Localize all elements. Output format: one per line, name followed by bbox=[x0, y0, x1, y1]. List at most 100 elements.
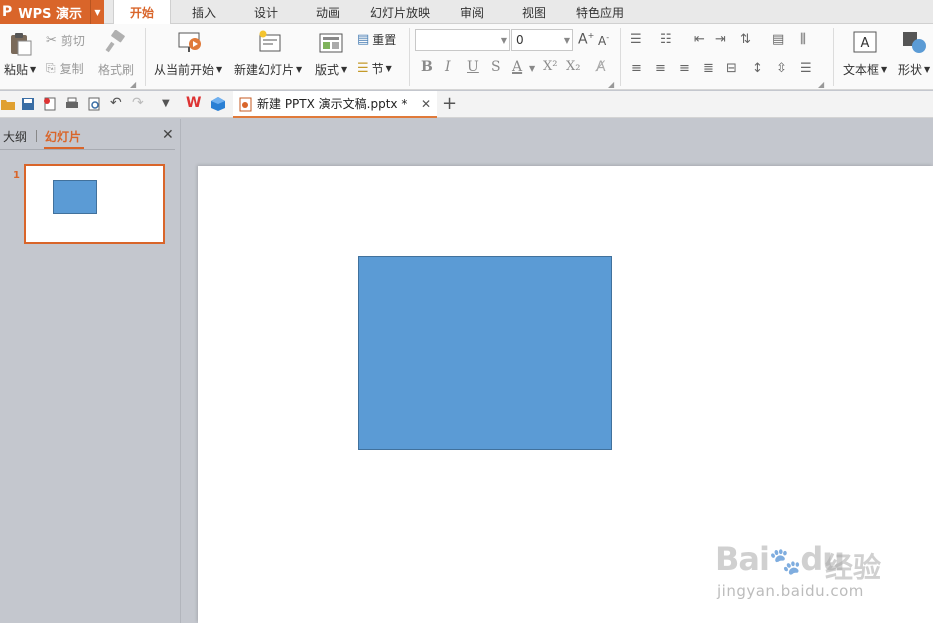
chevron-down-icon: ▼ bbox=[385, 64, 392, 73]
font-size-select[interactable]: 0 ▼ bbox=[511, 29, 573, 51]
tab-insert[interactable]: 插入 bbox=[176, 0, 232, 24]
baidu-watermark: Bai🐾du 经验 jingyan.baidu.com bbox=[715, 522, 930, 602]
tab-slideshow[interactable]: 幻灯片放映 bbox=[362, 0, 438, 24]
chevron-down-icon[interactable]: ▼ bbox=[90, 0, 104, 24]
print-icon[interactable] bbox=[64, 96, 80, 112]
chevron-down-icon: ▼ bbox=[341, 65, 348, 74]
tab-home[interactable]: 开始 bbox=[113, 0, 171, 25]
save-icon[interactable] bbox=[20, 96, 36, 112]
font-size-value: 0 bbox=[516, 33, 524, 47]
decrease-indent-icon[interactable]: ⇤ bbox=[694, 32, 705, 47]
chevron-down-icon: ▼ bbox=[500, 36, 507, 45]
slide-thumbnail[interactable] bbox=[24, 164, 165, 244]
reset-icon: ▤ bbox=[357, 32, 370, 47]
new-slide-button[interactable]: 新建幻灯片 ▼ bbox=[234, 61, 302, 78]
close-panel-icon[interactable]: ✕ bbox=[162, 127, 174, 143]
shadow-button[interactable]: S bbox=[491, 59, 501, 75]
export-pdf-icon[interactable] bbox=[42, 96, 58, 112]
redo-icon[interactable]: ↷ bbox=[132, 95, 144, 111]
new-tab-icon[interactable]: + bbox=[442, 93, 457, 114]
tab-slides[interactable]: 幻灯片 bbox=[45, 128, 81, 145]
dialog-launcher-icon[interactable]: ◢ bbox=[130, 80, 136, 89]
textbox-button[interactable]: 文本框 ▼ bbox=[843, 61, 887, 78]
ribbon-divider bbox=[409, 28, 410, 86]
font-color-button[interactable]: A bbox=[512, 59, 522, 75]
font-name-select[interactable]: ▼ bbox=[415, 29, 510, 51]
pptx-file-icon bbox=[239, 97, 252, 112]
dialog-launcher-icon[interactable]: ◢ bbox=[818, 80, 824, 89]
new-slide-icon[interactable] bbox=[257, 30, 283, 54]
rectangle-shape[interactable] bbox=[358, 256, 612, 450]
from-current-button[interactable]: 从当前开始 ▼ bbox=[154, 61, 222, 78]
italic-button[interactable]: I bbox=[445, 59, 451, 75]
align-left-icon[interactable]: ≡ bbox=[631, 61, 642, 76]
open-folder-icon[interactable] bbox=[0, 96, 16, 112]
textbox-label: 文本框 bbox=[843, 63, 880, 77]
paragraph-settings-icon[interactable]: ☰ bbox=[800, 61, 812, 76]
cloud-cube-icon[interactable] bbox=[210, 96, 226, 112]
align-center-icon[interactable]: ≡ bbox=[655, 61, 666, 76]
customize-toolbar-icon[interactable]: ▼ bbox=[162, 98, 170, 109]
shape-button[interactable]: 形状 ▼ bbox=[898, 61, 930, 78]
layout-button[interactable]: 版式 ▼ bbox=[315, 61, 347, 78]
app-menu-button[interactable]: P WPS 演示 ▼ bbox=[0, 0, 104, 24]
tab-special[interactable]: 特色应用 bbox=[568, 0, 632, 24]
subscript-button[interactable]: X₂ bbox=[566, 59, 580, 74]
undo-icon[interactable]: ↶ bbox=[110, 95, 122, 111]
reset-button[interactable]: ▤ 重置 bbox=[357, 31, 396, 48]
bullet-list-icon[interactable]: ☰ bbox=[630, 32, 642, 47]
format-painter-label: 格式刷 bbox=[98, 63, 135, 77]
new-slide-label: 新建幻灯片 bbox=[234, 63, 295, 77]
tab-outline[interactable]: 大纲 bbox=[3, 128, 27, 145]
tab-animation[interactable]: 动画 bbox=[300, 0, 356, 24]
svg-text:A: A bbox=[861, 36, 870, 51]
align-text-icon[interactable]: ▤ bbox=[772, 32, 784, 47]
underline-button[interactable]: U bbox=[467, 59, 479, 75]
line-spacing-icon[interactable]: ↕ bbox=[752, 61, 763, 76]
section-label: 节 bbox=[371, 62, 384, 76]
cut-label: 剪切 bbox=[60, 34, 85, 48]
ribbon: 粘贴 ▼ ✂ 剪切 ⎘ 复制 格式刷 ◢ 从当前开始 ▼ 新建幻灯片 ▼ 版式 … bbox=[0, 24, 933, 90]
play-slideshow-icon[interactable] bbox=[177, 30, 203, 54]
paw-icon: 🐾 bbox=[768, 547, 801, 577]
close-tab-icon[interactable]: ✕ bbox=[421, 97, 431, 111]
tab-review[interactable]: 审阅 bbox=[444, 0, 500, 24]
paste-label: 粘贴 bbox=[4, 63, 29, 77]
distribute-icon[interactable]: ⊟ bbox=[726, 61, 737, 76]
increase-indent-icon[interactable]: ⇥ bbox=[715, 32, 726, 47]
tab-view[interactable]: 视图 bbox=[506, 0, 562, 24]
tab-design[interactable]: 设计 bbox=[238, 0, 294, 24]
paste-icon[interactable] bbox=[8, 32, 34, 56]
layout-icon[interactable] bbox=[319, 32, 345, 56]
shapes-icon[interactable] bbox=[901, 30, 927, 54]
shrink-font-icon[interactable]: A- bbox=[598, 33, 609, 48]
format-painter-button[interactable]: 格式刷 bbox=[98, 61, 134, 78]
chevron-down-icon: ▼ bbox=[563, 36, 570, 45]
text-direction-icon[interactable]: ⇅ bbox=[740, 32, 751, 47]
cut-button[interactable]: ✂ 剪切 bbox=[46, 32, 85, 49]
align-right-icon[interactable]: ≡ bbox=[679, 61, 690, 76]
bold-button[interactable]: B bbox=[421, 59, 433, 75]
superscript-button[interactable]: X² bbox=[543, 59, 557, 74]
paste-button[interactable]: 粘贴 ▼ bbox=[4, 61, 36, 78]
wps-logo-icon: P bbox=[2, 4, 13, 20]
columns-icon[interactable]: ⫼ bbox=[800, 32, 806, 47]
format-painter-icon[interactable] bbox=[103, 30, 129, 54]
numbered-list-icon[interactable]: ☷ bbox=[660, 32, 672, 47]
scissors-icon: ✂ bbox=[46, 33, 57, 48]
copy-button[interactable]: ⎘ 复制 bbox=[46, 60, 84, 77]
clear-format-icon[interactable]: A̸ bbox=[596, 59, 606, 75]
dialog-launcher-icon[interactable]: ◢ bbox=[608, 80, 614, 89]
grow-font-icon[interactable]: A+ bbox=[578, 31, 594, 48]
justify-icon[interactable]: ≣ bbox=[703, 61, 714, 76]
chevron-down-icon: ▼ bbox=[924, 65, 931, 74]
section-button[interactable]: ☰ 节 ▼ bbox=[357, 60, 392, 77]
chevron-down-icon[interactable]: ▼ bbox=[529, 64, 535, 73]
document-tab[interactable]: 新建 PPTX 演示文稿.pptx * ✕ bbox=[233, 91, 437, 118]
from-current-label: 从当前开始 bbox=[154, 63, 215, 77]
print-preview-icon[interactable] bbox=[86, 96, 102, 112]
wps-home-icon[interactable]: W bbox=[186, 95, 201, 111]
quick-access-toolbar: ↶ ↷ ▼ W 新建 PPTX 演示文稿.pptx * ✕ + bbox=[0, 91, 933, 118]
textbox-icon[interactable]: A bbox=[852, 30, 878, 54]
paragraph-spacing-icon[interactable]: ⇳ bbox=[776, 61, 787, 76]
